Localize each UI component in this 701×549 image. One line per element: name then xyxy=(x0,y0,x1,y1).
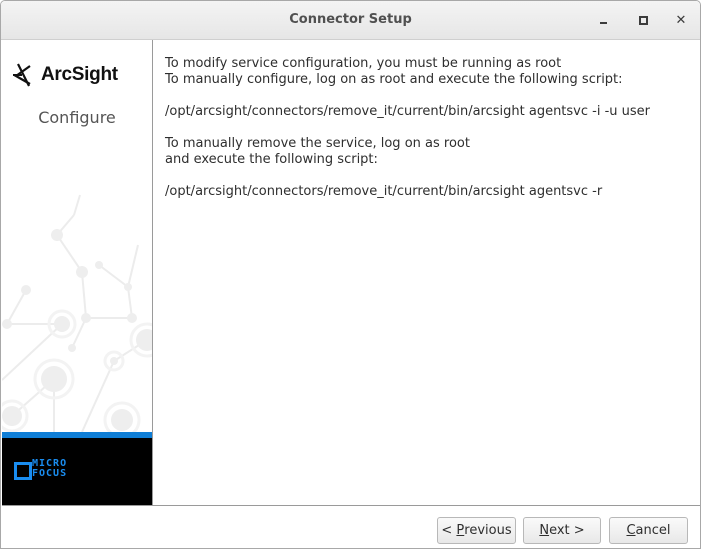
sidebar: ArcSight Configure MICRO FOCUS xyxy=(2,40,153,505)
instruction-line: To manually configure, log on as root an… xyxy=(165,72,623,87)
button-bar: < Previous Next > Cancel xyxy=(2,505,700,548)
cancel-button[interactable]: Cancel xyxy=(609,517,688,544)
instruction-line: To manually remove the service, log on a… xyxy=(165,136,470,151)
next-button[interactable]: Next > xyxy=(523,517,601,544)
logo-text: ArcSight xyxy=(41,64,118,85)
instruction-line: To modify service configuration, you mus… xyxy=(165,56,562,71)
micro-focus-wordmark: MICRO FOCUS xyxy=(32,458,68,479)
instructions-panel: To modify service configuration, you mus… xyxy=(165,56,650,200)
network-background-graphic xyxy=(2,194,152,432)
step-label: Configure xyxy=(38,108,116,127)
close-icon: ✕ xyxy=(675,12,687,28)
minimize-button[interactable] xyxy=(593,10,613,30)
install-command: /opt/arcsight/connectors/remove_it/curre… xyxy=(165,104,651,119)
instruction-line: and execute the following script: xyxy=(165,152,378,167)
title-bar[interactable]: Connector Setup ✕ xyxy=(1,1,700,40)
micro-focus-branding: MICRO FOCUS xyxy=(2,438,152,505)
arcsight-logo: ArcSight xyxy=(12,62,118,88)
remove-command: /opt/arcsight/connectors/remove_it/curre… xyxy=(165,184,603,199)
arcsight-mark-icon xyxy=(13,63,31,87)
maximize-button[interactable] xyxy=(633,10,653,30)
connector-setup-window: Connector Setup ✕ ArcSight Configure MIC… xyxy=(0,0,701,549)
minimize-icon xyxy=(599,22,607,24)
maximize-icon xyxy=(638,15,648,25)
previous-button[interactable]: < Previous xyxy=(437,517,516,544)
micro-focus-logo-icon xyxy=(14,462,32,480)
close-button[interactable]: ✕ xyxy=(671,10,691,30)
